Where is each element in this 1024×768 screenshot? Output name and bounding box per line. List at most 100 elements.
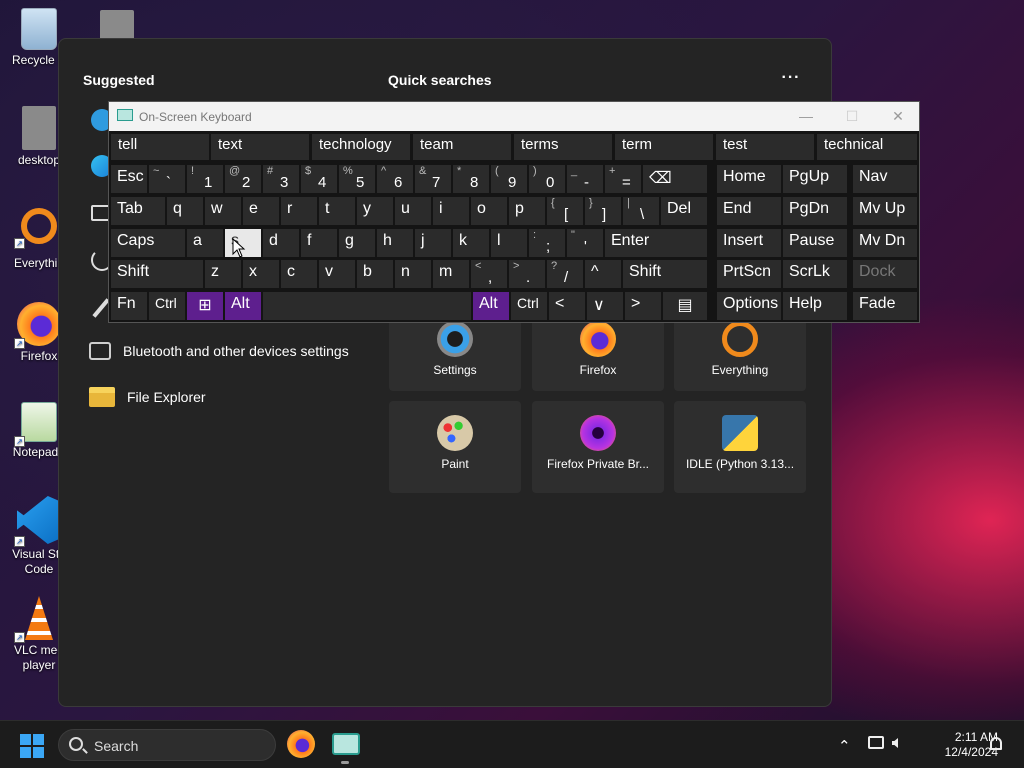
- key-help[interactable]: Help: [783, 292, 847, 320]
- key-mv-dn[interactable]: Mv Dn: [853, 229, 917, 257]
- key-pgup[interactable]: PgUp: [783, 165, 847, 193]
- key-insert[interactable]: Insert: [717, 229, 781, 257]
- key-2[interactable]: @2: [225, 165, 261, 193]
- suggested-item-bluetooth[interactable]: Bluetooth and other devices settings: [89, 333, 349, 369]
- key-enter[interactable]: Enter: [605, 229, 707, 257]
- key-m[interactable]: m: [433, 260, 469, 288]
- key-semicolon[interactable]: :;: [529, 229, 565, 257]
- key-p[interactable]: p: [509, 197, 545, 225]
- key-g[interactable]: g: [339, 229, 375, 257]
- key-e[interactable]: e: [243, 197, 279, 225]
- prediction-text[interactable]: text: [211, 134, 309, 160]
- more-options-button[interactable]: ···: [779, 69, 803, 89]
- key-u[interactable]: u: [395, 197, 431, 225]
- key-prtscn[interactable]: PrtScn: [717, 260, 781, 288]
- key-h[interactable]: h: [377, 229, 413, 257]
- key-pgdn[interactable]: PgDn: [783, 197, 847, 225]
- key-v[interactable]: v: [319, 260, 355, 288]
- key-backspace[interactable]: ⌫: [643, 165, 707, 193]
- prediction-test[interactable]: test: [716, 134, 814, 160]
- minimize-button[interactable]: —: [794, 107, 818, 125]
- key-nav[interactable]: Nav: [853, 165, 917, 193]
- key-x[interactable]: x: [243, 260, 279, 288]
- key-end[interactable]: End: [717, 197, 781, 225]
- key-scrlk[interactable]: ScrLk: [783, 260, 847, 288]
- key-left-alt[interactable]: Alt: [225, 292, 261, 320]
- key-i[interactable]: i: [433, 197, 469, 225]
- key-r[interactable]: r: [281, 197, 317, 225]
- key-up-arrow[interactable]: ^: [585, 260, 621, 288]
- prediction-terms[interactable]: terms: [514, 134, 612, 160]
- key-tab[interactable]: Tab: [111, 197, 165, 225]
- key-left-ctrl[interactable]: Ctrl: [149, 292, 185, 320]
- key-l[interactable]: l: [491, 229, 527, 257]
- key-minus[interactable]: _ -: [567, 165, 603, 193]
- start-button[interactable]: [20, 734, 44, 758]
- key-6[interactable]: ^ 6: [377, 165, 413, 193]
- prediction-technology[interactable]: technology: [312, 134, 410, 160]
- key-4[interactable]: $4: [301, 165, 337, 193]
- tile-paint[interactable]: Paint: [389, 401, 521, 493]
- prediction-technical[interactable]: technical: [817, 134, 917, 160]
- key-f[interactable]: f: [301, 229, 337, 257]
- key-menu[interactable]: ▤: [663, 292, 707, 320]
- desktop-file-icon-top[interactable]: [100, 10, 134, 40]
- key-left-shift[interactable]: Shift: [111, 260, 203, 288]
- show-hidden-icons-chevron[interactable]: ⌃: [838, 737, 851, 755]
- network-icon[interactable]: [868, 736, 884, 749]
- key-mv-up[interactable]: Mv Up: [853, 197, 917, 225]
- key-9[interactable]: (9: [491, 165, 527, 193]
- key-space[interactable]: [263, 292, 471, 320]
- key-right-arrow[interactable]: >: [625, 292, 661, 320]
- key-right-ctrl[interactable]: Ctrl: [511, 292, 547, 320]
- key-windows[interactable]: ⊞: [187, 292, 223, 320]
- key-del[interactable]: Del: [661, 197, 707, 225]
- osk-title-bar[interactable]: On-Screen Keyboard — ☐ ✕: [109, 102, 919, 131]
- key-comma[interactable]: <,: [471, 260, 507, 288]
- tile-idle-python[interactable]: IDLE (Python 3.13...: [674, 401, 806, 493]
- key-0[interactable]: ) 0: [529, 165, 565, 193]
- key-t[interactable]: t: [319, 197, 355, 225]
- volume-icon[interactable]: [892, 738, 898, 748]
- prediction-tell[interactable]: tell: [111, 134, 209, 160]
- taskbar-search-box[interactable]: Search: [58, 729, 276, 761]
- notification-bell-icon[interactable]: [990, 737, 1002, 750]
- key-w[interactable]: w: [205, 197, 241, 225]
- close-button[interactable]: ✕: [886, 107, 910, 125]
- key-backslash[interactable]: | \: [623, 197, 659, 225]
- key-q[interactable]: q: [167, 197, 203, 225]
- key-fn[interactable]: Fn: [111, 292, 147, 320]
- taskbar-clock[interactable]: 2:11 AM 12/4/2024: [918, 730, 998, 760]
- key-dock[interactable]: Dock: [853, 260, 917, 288]
- key-z[interactable]: z: [205, 260, 241, 288]
- key-fade[interactable]: Fade: [853, 292, 917, 320]
- suggested-item-file-explorer[interactable]: File Explorer: [89, 379, 206, 415]
- key-esc[interactable]: Esc: [111, 165, 147, 193]
- key-left-bracket[interactable]: {[: [547, 197, 583, 225]
- key-c[interactable]: c: [281, 260, 317, 288]
- key-right-bracket[interactable]: }]: [585, 197, 621, 225]
- key-a[interactable]: a: [187, 229, 223, 257]
- key-b[interactable]: b: [357, 260, 393, 288]
- key-j[interactable]: j: [415, 229, 451, 257]
- key-3[interactable]: #3: [263, 165, 299, 193]
- key-o[interactable]: o: [471, 197, 507, 225]
- key-7[interactable]: & 7: [415, 165, 451, 193]
- key-home[interactable]: Home: [717, 165, 781, 193]
- key-down-arrow[interactable]: ∨: [587, 292, 623, 320]
- prediction-term[interactable]: term: [615, 134, 713, 160]
- key-right-alt[interactable]: Alt: [473, 292, 509, 320]
- prediction-team[interactable]: team: [413, 134, 511, 160]
- key-slash[interactable]: ? /: [547, 260, 583, 288]
- key-5[interactable]: % 5: [339, 165, 375, 193]
- key-caps[interactable]: Caps: [111, 229, 185, 257]
- key-d[interactable]: d: [263, 229, 299, 257]
- key-pause[interactable]: Pause: [783, 229, 847, 257]
- taskbar-firefox-icon[interactable]: [287, 730, 315, 758]
- key-left-arrow[interactable]: <: [549, 292, 585, 320]
- key-1[interactable]: ! 1: [187, 165, 223, 193]
- tile-firefox-private[interactable]: Firefox Private Br...: [532, 401, 664, 493]
- key-n[interactable]: n: [395, 260, 431, 288]
- maximize-button[interactable]: ☐: [840, 107, 864, 125]
- key-options[interactable]: Options: [717, 292, 781, 320]
